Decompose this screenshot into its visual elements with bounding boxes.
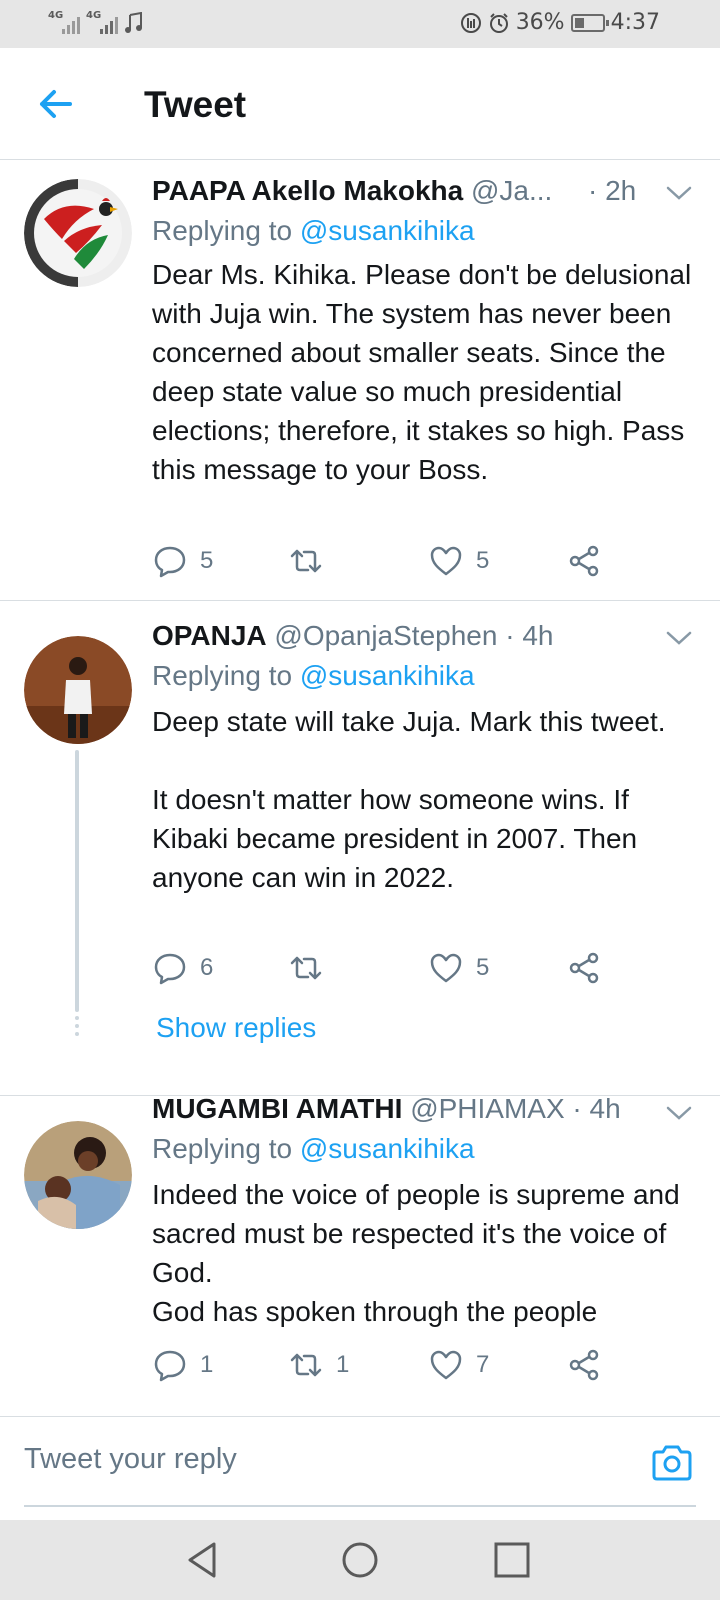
- battery-icon: [570, 13, 609, 32]
- status-right: 36% 4:37: [460, 10, 660, 35]
- reply-input[interactable]: [24, 1431, 614, 1487]
- heart-icon: [430, 1350, 462, 1380]
- display-name[interactable]: MUGAMBI AMATHI: [152, 1093, 402, 1124]
- mention-link[interactable]: @susankihika: [300, 660, 475, 691]
- user-handle[interactable]: @Ja...: [471, 175, 552, 206]
- timestamp: · 4h: [572, 1093, 621, 1124]
- share-icon: [569, 545, 599, 577]
- replying-to-label: Replying to: [152, 1133, 293, 1164]
- tweet[interactable]: PAAPA Akello Makokha @Ja... · 2h Replyin…: [0, 161, 720, 601]
- tweet-text: Deep state will take Juja. Mark this twe…: [152, 706, 666, 893]
- battery-fill: [574, 17, 584, 28]
- timestamp: · 4h: [505, 620, 554, 651]
- camera-icon[interactable]: [650, 1443, 694, 1483]
- heart-icon: [430, 953, 462, 983]
- share-icon: [569, 1349, 599, 1381]
- chevron-down-icon[interactable]: [666, 185, 692, 201]
- like-count: 7: [476, 1351, 490, 1378]
- avatar[interactable]: [24, 1121, 132, 1229]
- chevron-down-icon[interactable]: [666, 1105, 692, 1121]
- reply-button[interactable]: 1: [152, 1345, 213, 1385]
- page-title: Tweet: [144, 84, 247, 125]
- reply-icon: [154, 1350, 186, 1382]
- tweet-header: MUGAMBI AMATHI @PHIAMAX · 4h: [152, 1093, 648, 1133]
- thread-connector: [75, 750, 79, 1012]
- avatar[interactable]: [24, 179, 132, 287]
- reply-button[interactable]: 5: [152, 541, 213, 581]
- signal-icon: 4G: [48, 10, 80, 34]
- top-app-bar: Tweet: [0, 48, 720, 160]
- retweet-button[interactable]: [288, 948, 336, 988]
- replying-to: Replying to @susankihika: [152, 215, 475, 247]
- like-count: 5: [476, 954, 490, 981]
- user-handle[interactable]: @OpanjaStephen: [274, 620, 497, 651]
- music-note-icon: [125, 12, 142, 33]
- share-button[interactable]: [566, 948, 602, 988]
- avatar[interactable]: [24, 636, 132, 744]
- tweet-actions: 6 5: [152, 948, 622, 988]
- reply-count: 6: [200, 954, 214, 981]
- reply-composer: [0, 1416, 720, 1520]
- mention-link[interactable]: @susankihika: [300, 215, 475, 246]
- share-button[interactable]: [566, 1345, 602, 1385]
- like-button[interactable]: 7: [428, 1345, 489, 1385]
- mention-link[interactable]: @susankihika: [300, 1133, 475, 1164]
- reply-count: 5: [200, 547, 214, 574]
- retweet-button[interactable]: [288, 541, 336, 581]
- tweet-actions: 5 5: [152, 541, 622, 581]
- status-bar: 4G 4G 36% 4:37: [0, 0, 720, 48]
- signal-label: 4G: [48, 10, 64, 21]
- share-icon: [569, 952, 599, 984]
- replying-to-label: Replying to: [152, 215, 293, 246]
- display-name[interactable]: PAAPA Akello Makokha: [152, 175, 463, 206]
- status-left: 4G 4G: [48, 10, 144, 34]
- display-name[interactable]: OPANJA: [152, 620, 267, 651]
- like-button[interactable]: 5: [428, 948, 489, 988]
- battery-percent: 36%: [515, 10, 565, 35]
- nav-back-icon[interactable]: [182, 1538, 226, 1582]
- like-button[interactable]: 5: [428, 541, 489, 581]
- alarm-icon: [489, 12, 508, 33]
- timestamp: · 2h: [588, 175, 637, 206]
- retweet-button[interactable]: 1: [288, 1345, 349, 1385]
- tweet-header: OPANJA @OpanjaStephen · 4h: [152, 620, 648, 660]
- replying-to: Replying to @susankihika: [152, 660, 475, 692]
- reply-icon: [154, 953, 186, 985]
- tweet[interactable]: MUGAMBI AMATHI @PHIAMAX · 4h Replying to…: [0, 1093, 720, 1415]
- show-replies-link[interactable]: Show replies: [156, 1012, 316, 1044]
- replying-to-label: Replying to: [152, 660, 293, 691]
- tweet-text: Dear Ms. Kihika. Please don't be delusio…: [152, 259, 699, 485]
- system-nav-bar: [0, 1520, 720, 1600]
- replying-to: Replying to @susankihika: [152, 1133, 475, 1165]
- reply-count: 1: [200, 1351, 214, 1378]
- nav-home-icon[interactable]: [338, 1538, 382, 1582]
- signal-label: 4G: [86, 10, 102, 21]
- retweet-icon: [290, 1353, 322, 1377]
- user-handle[interactable]: @PHIAMAX: [410, 1093, 564, 1124]
- thread-dots: [74, 1016, 80, 1040]
- arrow-left-icon[interactable]: [34, 84, 78, 124]
- retweet-icon: [290, 956, 322, 980]
- reply-button[interactable]: 6: [152, 948, 213, 988]
- input-underline: [24, 1505, 696, 1507]
- data-saver-icon: [460, 12, 481, 33]
- like-count: 5: [476, 547, 490, 574]
- retweet-count: 1: [336, 1351, 350, 1378]
- tweet-header: PAAPA Akello Makokha @Ja...: [152, 175, 570, 215]
- retweet-icon: [290, 549, 322, 573]
- chevron-down-icon[interactable]: [666, 630, 692, 646]
- tweet-text: Indeed the voice of people is supreme an…: [152, 1179, 680, 1327]
- tweet-actions: 1 1 7: [152, 1345, 622, 1385]
- tweet[interactable]: OPANJA @OpanjaStephen · 4h Replying to @…: [0, 602, 720, 1096]
- reply-icon: [154, 546, 186, 578]
- heart-icon: [430, 546, 462, 576]
- share-button[interactable]: [566, 541, 602, 581]
- signal-icon: 4G: [86, 10, 118, 34]
- clock: 4:37: [610, 10, 660, 35]
- nav-recents-icon[interactable]: [490, 1538, 534, 1582]
